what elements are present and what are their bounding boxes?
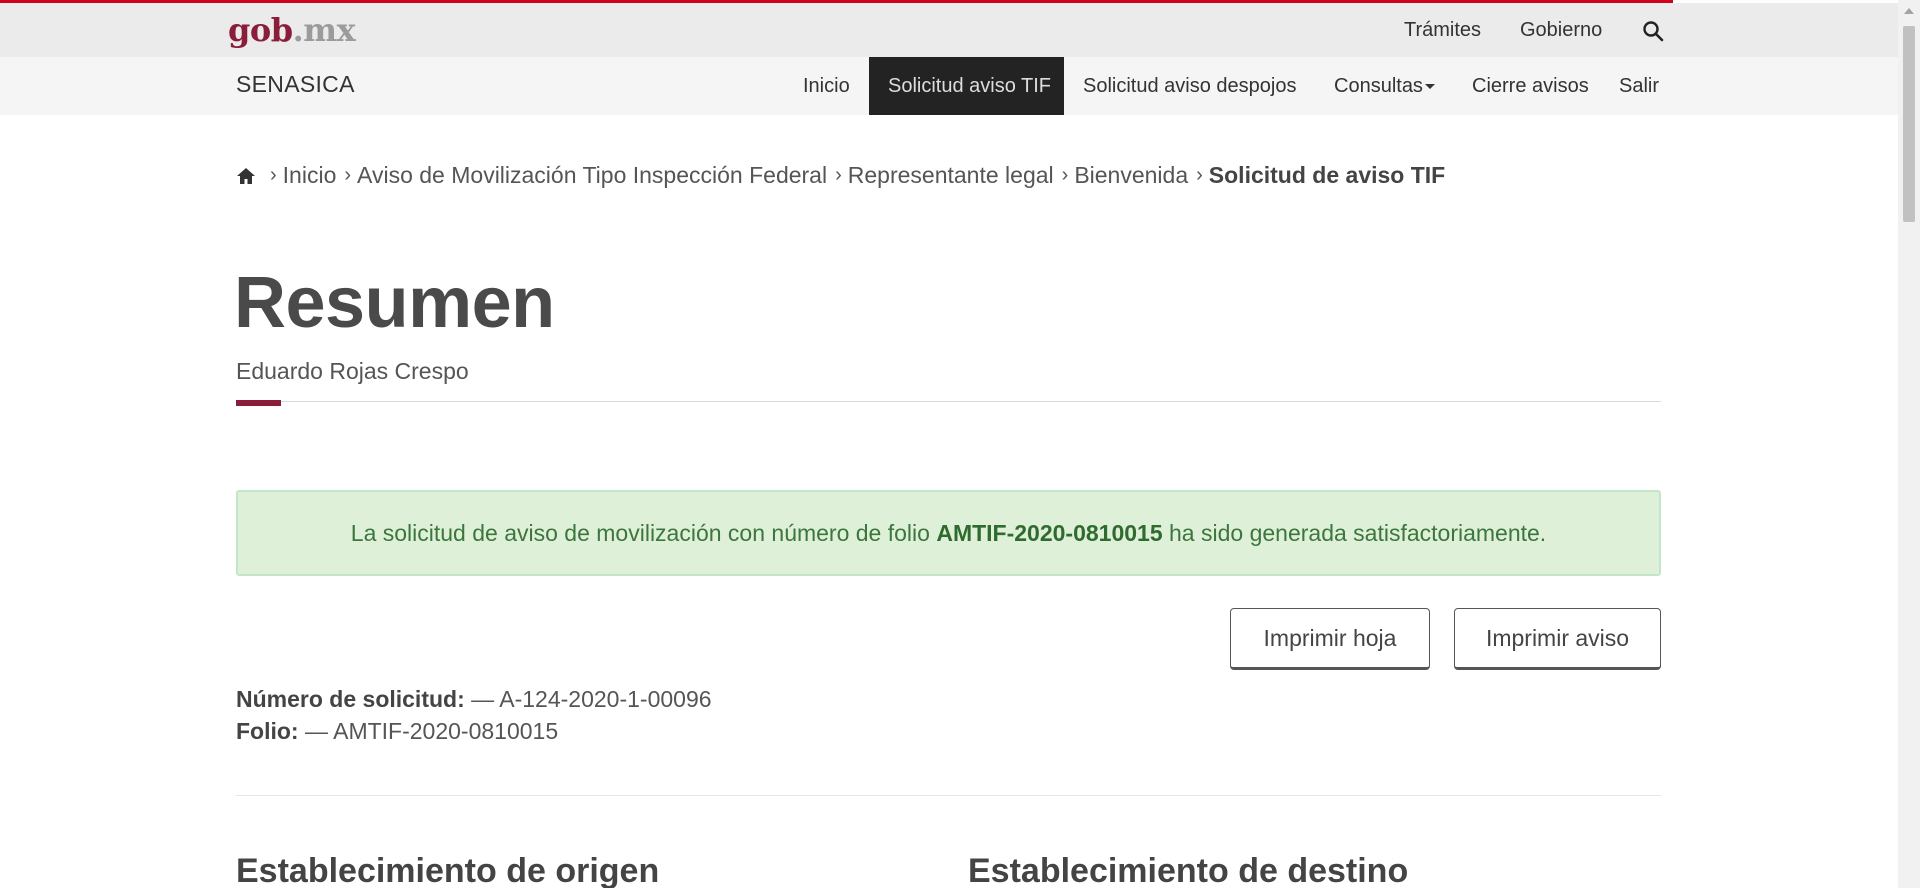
title-accent-bar: [236, 400, 281, 406]
alert-text-suffix: ha sido generada satisfactoriamente.: [1169, 520, 1547, 546]
print-sheet-button[interactable]: Imprimir hoja: [1230, 608, 1430, 670]
nav-consultas-label: Consultas: [1334, 75, 1423, 97]
nav-salir[interactable]: Salir: [1600, 57, 1678, 115]
gob-header-bar: gob.mx Trámites Gobierno: [0, 3, 1898, 57]
section-heading-destination: Establecimiento de destino: [968, 852, 1409, 888]
title-divider: [236, 401, 1661, 402]
chevron-right-icon: ›: [835, 164, 842, 186]
nav-solicitud-aviso-tif[interactable]: Solicitud aviso TIF: [869, 57, 1064, 115]
request-number-value: — A-124-2020-1-00096: [471, 686, 712, 712]
caret-down-icon: [1424, 84, 1435, 90]
gob-link-gobierno[interactable]: Gobierno: [1520, 19, 1602, 42]
app-navbar: SENASICA Inicio Solicitud aviso TIF Soli…: [0, 57, 1898, 115]
scroll-up-arrow-icon[interactable]: [1904, 8, 1914, 14]
brand-senasica[interactable]: SENASICA: [236, 71, 355, 98]
search-icon[interactable]: [1641, 19, 1665, 43]
request-number-row: Número de solicitud: — A-124-2020-1-0009…: [236, 686, 712, 713]
request-number-label: Número de solicitud:: [236, 686, 465, 712]
chevron-right-icon: ›: [1196, 164, 1203, 186]
success-alert: La solicitud de aviso de movilización co…: [236, 490, 1661, 576]
gob-mx-logo[interactable]: gob.mx: [228, 11, 356, 49]
print-notice-button[interactable]: Imprimir aviso: [1454, 608, 1661, 670]
nav-inicio[interactable]: Inicio: [784, 57, 869, 115]
page-subtitle-user-name: Eduardo Rojas Crespo: [236, 358, 469, 384]
breadcrumb-item-bienvenida[interactable]: Bienvenida: [1074, 162, 1188, 189]
nav-solicitud-aviso-despojos[interactable]: Solicitud aviso despojos: [1064, 57, 1315, 115]
chevron-right-icon: ›: [270, 164, 277, 186]
folio-label: Folio:: [236, 718, 299, 744]
nav-consultas[interactable]: Consultas: [1315, 57, 1454, 115]
breadcrumb-item-aviso-movilizacion[interactable]: Aviso de Movilización Tipo Inspección Fe…: [357, 162, 827, 189]
vertical-scrollbar[interactable]: [1898, 0, 1920, 888]
alert-folio: AMTIF-2020-0810015: [936, 520, 1163, 546]
breadcrumb-current: Solicitud de aviso TIF: [1208, 162, 1446, 188]
logo-gob: gob: [228, 11, 293, 49]
breadcrumb-item-representante-legal[interactable]: Representante legal: [848, 162, 1054, 189]
section-heading-origin: Establecimiento de origen: [236, 852, 660, 888]
nav-cierre-avisos[interactable]: Cierre avisos: [1453, 57, 1608, 115]
home-icon[interactable]: [236, 166, 256, 186]
page-title: Resumen: [234, 263, 555, 343]
folio-value: — AMTIF-2020-0810015: [304, 718, 559, 744]
section-divider: [236, 795, 1661, 796]
gob-link-tramites[interactable]: Trámites: [1404, 19, 1481, 42]
folio-row: Folio: — AMTIF-2020-0810015: [236, 718, 558, 745]
logo-mx: .mx: [292, 11, 356, 49]
chevron-right-icon: ›: [1061, 164, 1069, 186]
breadcrumb-item-inicio[interactable]: Inicio: [283, 162, 337, 189]
scrollbar-thumb[interactable]: [1903, 26, 1915, 222]
alert-text-prefix: La solicitud de aviso de movilización co…: [350, 520, 930, 546]
breadcrumb: › Inicio › Aviso de Movilización Tipo In…: [236, 162, 1445, 189]
chevron-right-icon: ›: [344, 164, 352, 186]
